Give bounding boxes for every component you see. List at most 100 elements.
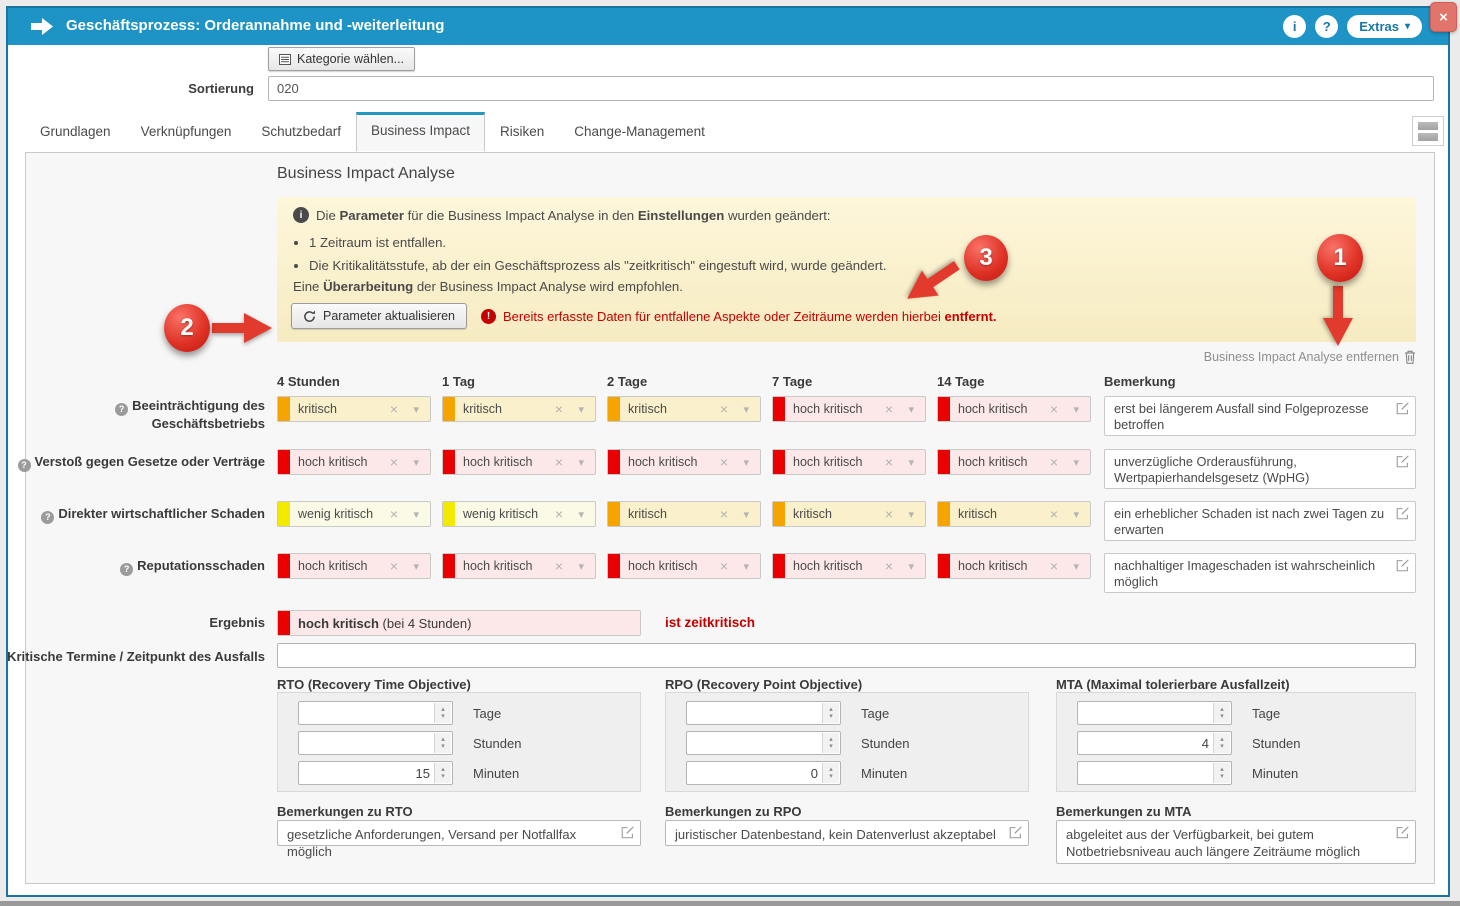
rpo-note-field[interactable]: juristischer Datenbestand, kein Datenver…: [665, 820, 1029, 846]
tab-schutzbedarf[interactable]: Schutzbedarf: [246, 112, 356, 150]
chevron-down-icon[interactable]: ▾: [743, 403, 749, 416]
chevron-down-icon[interactable]: ▾: [413, 456, 419, 469]
spinner-icon[interactable]: ▴▾: [1213, 703, 1230, 723]
edit-icon[interactable]: [621, 826, 634, 839]
edit-icon[interactable]: [1396, 507, 1409, 520]
clear-icon[interactable]: ×: [1050, 454, 1058, 470]
severity-select[interactable]: hoch kritisch×▾: [442, 449, 596, 475]
mta-note-field[interactable]: abgeleitet aus der Verfügbarkeit, bei gu…: [1056, 820, 1416, 864]
chevron-down-icon[interactable]: ▾: [1073, 403, 1079, 416]
chevron-down-icon[interactable]: ▾: [578, 560, 584, 573]
rpo-minuten-input[interactable]: [687, 762, 840, 784]
mta-stunden-input[interactable]: [1078, 732, 1231, 754]
chevron-down-icon[interactable]: ▾: [908, 456, 914, 469]
clear-icon[interactable]: ×: [555, 454, 563, 470]
bemerkung-field[interactable]: ein erheblicher Schaden ist nach zwei Ta…: [1104, 501, 1416, 541]
sort-input[interactable]: [268, 76, 1434, 101]
remove-bia-link[interactable]: Business Impact Analyse entfernen: [1204, 350, 1416, 364]
help-icon[interactable]: ?: [120, 563, 133, 576]
chevron-down-icon[interactable]: ▾: [413, 508, 419, 521]
tab-verknuepfungen[interactable]: Verknüpfungen: [126, 112, 247, 150]
severity-select[interactable]: kritisch×▾: [607, 396, 761, 422]
severity-select[interactable]: hoch kritisch×▾: [937, 553, 1091, 579]
chevron-down-icon[interactable]: ▾: [1073, 508, 1079, 521]
rto-stunden-input[interactable]: [299, 732, 452, 754]
help-icon[interactable]: ?: [115, 403, 128, 416]
clear-icon[interactable]: ×: [720, 401, 728, 417]
spinner-icon[interactable]: ▴▾: [822, 733, 839, 753]
mta-tage-input[interactable]: [1078, 702, 1231, 724]
severity-select[interactable]: hoch kritisch×▾: [277, 449, 431, 475]
clear-icon[interactable]: ×: [390, 558, 398, 574]
clear-icon[interactable]: ×: [555, 558, 563, 574]
clear-icon[interactable]: ×: [885, 454, 893, 470]
edit-icon[interactable]: [1396, 455, 1409, 468]
update-parameters-button[interactable]: Parameter aktualisieren: [291, 303, 467, 329]
tab-business-impact[interactable]: Business Impact: [356, 112, 485, 151]
bemerkung-field[interactable]: erst bei längerem Ausfall sind Folgeproz…: [1104, 396, 1416, 436]
extras-button[interactable]: Extras▾: [1347, 15, 1422, 38]
severity-select[interactable]: kritisch×▾: [772, 501, 926, 527]
bemerkung-field[interactable]: nachhaltiger Imageschaden ist wahrschein…: [1104, 553, 1416, 593]
edit-icon[interactable]: [1396, 826, 1409, 839]
clear-icon[interactable]: ×: [885, 558, 893, 574]
clear-icon[interactable]: ×: [720, 454, 728, 470]
severity-select[interactable]: hoch kritisch×▾: [772, 449, 926, 475]
help-icon[interactable]: ?: [18, 459, 31, 472]
chevron-down-icon[interactable]: ▾: [578, 456, 584, 469]
tab-change-management[interactable]: Change-Management: [559, 112, 720, 150]
tab-grundlagen[interactable]: Grundlagen: [25, 112, 126, 150]
chevron-down-icon[interactable]: ▾: [1073, 560, 1079, 573]
clear-icon[interactable]: ×: [720, 506, 728, 522]
bemerkung-field[interactable]: unverzügliche Orderausführung, Wertpapie…: [1104, 449, 1416, 489]
chevron-down-icon[interactable]: ▾: [908, 403, 914, 416]
clear-icon[interactable]: ×: [390, 401, 398, 417]
chevron-down-icon[interactable]: ▾: [578, 508, 584, 521]
severity-select[interactable]: hoch kritisch×▾: [772, 553, 926, 579]
clear-icon[interactable]: ×: [555, 506, 563, 522]
chevron-down-icon[interactable]: ▾: [743, 508, 749, 521]
category-select-button[interactable]: Kategorie wählen...: [268, 47, 415, 71]
severity-select[interactable]: kritisch×▾: [277, 396, 431, 422]
tab-risiken[interactable]: Risiken: [485, 112, 559, 150]
edit-icon[interactable]: [1009, 826, 1022, 839]
chevron-down-icon[interactable]: ▾: [578, 403, 584, 416]
severity-select[interactable]: kritisch×▾: [937, 501, 1091, 527]
spinner-icon[interactable]: ▴▾: [434, 703, 451, 723]
rpo-tage-input[interactable]: [687, 702, 840, 724]
help-icon[interactable]: ?: [41, 511, 54, 524]
chevron-down-icon[interactable]: ▾: [743, 456, 749, 469]
close-icon[interactable]: ×: [1430, 2, 1457, 32]
panel-toggle-icon[interactable]: [1412, 116, 1444, 146]
severity-select[interactable]: hoch kritisch×▾: [937, 396, 1091, 422]
rpo-stunden-input[interactable]: [687, 732, 840, 754]
clear-icon[interactable]: ×: [390, 454, 398, 470]
rto-minuten-input[interactable]: [299, 762, 452, 784]
clear-icon[interactable]: ×: [1050, 401, 1058, 417]
clear-icon[interactable]: ×: [390, 506, 398, 522]
spinner-icon[interactable]: ▴▾: [1213, 763, 1230, 783]
clear-icon[interactable]: ×: [885, 506, 893, 522]
clear-icon[interactable]: ×: [720, 558, 728, 574]
edit-icon[interactable]: [1396, 559, 1409, 572]
help-icon[interactable]: ?: [1315, 15, 1338, 38]
spinner-icon[interactable]: ▴▾: [822, 703, 839, 723]
rto-tage-input[interactable]: [299, 702, 452, 724]
chevron-down-icon[interactable]: ▾: [413, 403, 419, 416]
severity-select[interactable]: hoch kritisch×▾: [607, 449, 761, 475]
severity-select[interactable]: hoch kritisch×▾: [277, 553, 431, 579]
clear-icon[interactable]: ×: [885, 401, 893, 417]
spinner-icon[interactable]: ▴▾: [822, 763, 839, 783]
chevron-down-icon[interactable]: ▾: [413, 560, 419, 573]
clear-icon[interactable]: ×: [555, 401, 563, 417]
severity-select[interactable]: kritisch×▾: [607, 501, 761, 527]
severity-select[interactable]: kritisch×▾: [442, 396, 596, 422]
severity-select[interactable]: hoch kritisch×▾: [937, 449, 1091, 475]
spinner-icon[interactable]: ▴▾: [434, 733, 451, 753]
rto-note-field[interactable]: gesetzliche Anforderungen, Versand per N…: [277, 820, 641, 846]
edit-icon[interactable]: [1396, 402, 1409, 415]
severity-select[interactable]: wenig kritisch×▾: [277, 501, 431, 527]
termine-input[interactable]: [277, 643, 1416, 668]
severity-select[interactable]: hoch kritisch×▾: [772, 396, 926, 422]
mta-minuten-input[interactable]: [1078, 762, 1231, 784]
